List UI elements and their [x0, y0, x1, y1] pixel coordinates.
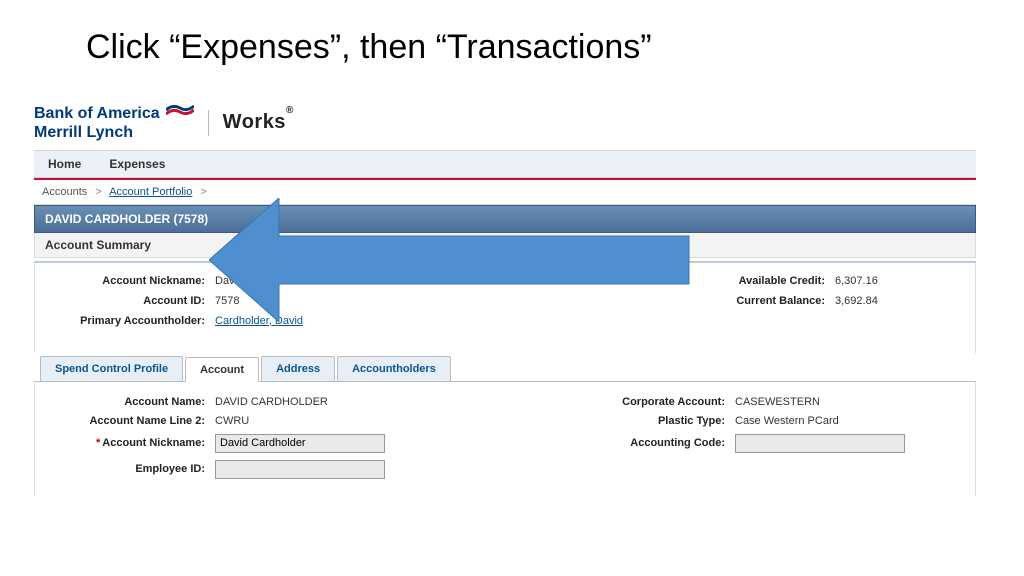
avail-credit-value: 6,307.16 — [835, 275, 878, 287]
breadcrumb-sep2: > — [200, 186, 206, 198]
breadcrumb-sep: > — [95, 186, 101, 198]
corp-account-value: CASEWESTERN — [735, 396, 820, 408]
app-name: Works — [223, 111, 286, 133]
employee-id-input[interactable] — [215, 460, 385, 479]
breadcrumb-portfolio-link[interactable]: Account Portfolio — [109, 186, 192, 198]
tab-address[interactable]: Address — [261, 356, 335, 381]
nav-home[interactable]: Home — [34, 150, 95, 178]
account-name-label: Account Name: — [45, 396, 215, 408]
balance-label: Current Balance: — [705, 295, 835, 307]
bofa-logo: Bank of America Merrill Lynch — [34, 104, 194, 142]
breadcrumb-accounts: Accounts — [42, 186, 87, 198]
employee-id-label: Employee ID: — [45, 463, 215, 475]
avail-credit-label: Available Credit: — [705, 275, 835, 287]
summary-subheader: Account Summary — [34, 233, 976, 258]
bank-name-line1: Bank of America — [34, 106, 160, 123]
tab-account[interactable]: Account — [185, 357, 259, 382]
account-header: DAVID CARDHOLDER (7578) — [34, 205, 976, 233]
tab-spend-control[interactable]: Spend Control Profile — [40, 356, 183, 381]
accounting-code-label: Accounting Code: — [585, 437, 735, 449]
bank-name-line2: Merrill Lynch — [34, 125, 194, 142]
account-id-value: 7578 — [215, 295, 239, 307]
tab-accountholders[interactable]: Accountholders — [337, 356, 451, 381]
logo-row: Bank of America Merrill Lynch Works® — [34, 98, 976, 150]
slide-title: Click “Expenses”, then “Transactions” — [0, 0, 1024, 67]
nickname-input[interactable] — [215, 434, 385, 453]
balance-value: 3,692.84 — [835, 295, 878, 307]
nav-expenses-label: Expenses — [109, 150, 165, 178]
plastic-type-label: Plastic Type: — [585, 415, 735, 427]
summary-body: Account Nickname: David Cardholder Accou… — [34, 263, 976, 353]
tab-body: Account Name: DAVID CARDHOLDER Account N… — [34, 382, 976, 496]
breadcrumb: Accounts > Account Portfolio > — [34, 180, 976, 205]
account-id-label: Account ID: — [45, 295, 215, 307]
corp-account-label: Corporate Account: — [585, 396, 735, 408]
logo-divider — [208, 110, 209, 136]
name-line2-value: CWRU — [215, 415, 249, 427]
nickname-label: Account Nickname: — [45, 275, 215, 287]
app-screenshot: Bank of America Merrill Lynch Works® Hom… — [34, 98, 976, 496]
accounting-code-input[interactable] — [735, 434, 905, 453]
trademark-symbol: ® — [286, 105, 294, 116]
primary-holder-label: Primary Accountholder: — [45, 315, 215, 327]
account-name-value: DAVID CARDHOLDER — [215, 396, 328, 408]
nickname-form-label: *Account Nickname: — [45, 437, 215, 449]
plastic-type-value: Case Western PCard — [735, 415, 839, 427]
nickname-value: David Cardholder — [215, 275, 301, 287]
tabs-row: Spend Control Profile Account Address Ac… — [34, 353, 976, 382]
works-logo: Works® — [223, 111, 294, 134]
bofa-flag-icon — [166, 104, 194, 125]
nav-bar: Home Expenses — [34, 150, 976, 178]
name-line2-label: Account Name Line 2: — [45, 415, 215, 427]
primary-holder-link[interactable]: Cardholder, David — [215, 315, 303, 327]
nav-expenses[interactable]: Expenses — [95, 150, 179, 178]
